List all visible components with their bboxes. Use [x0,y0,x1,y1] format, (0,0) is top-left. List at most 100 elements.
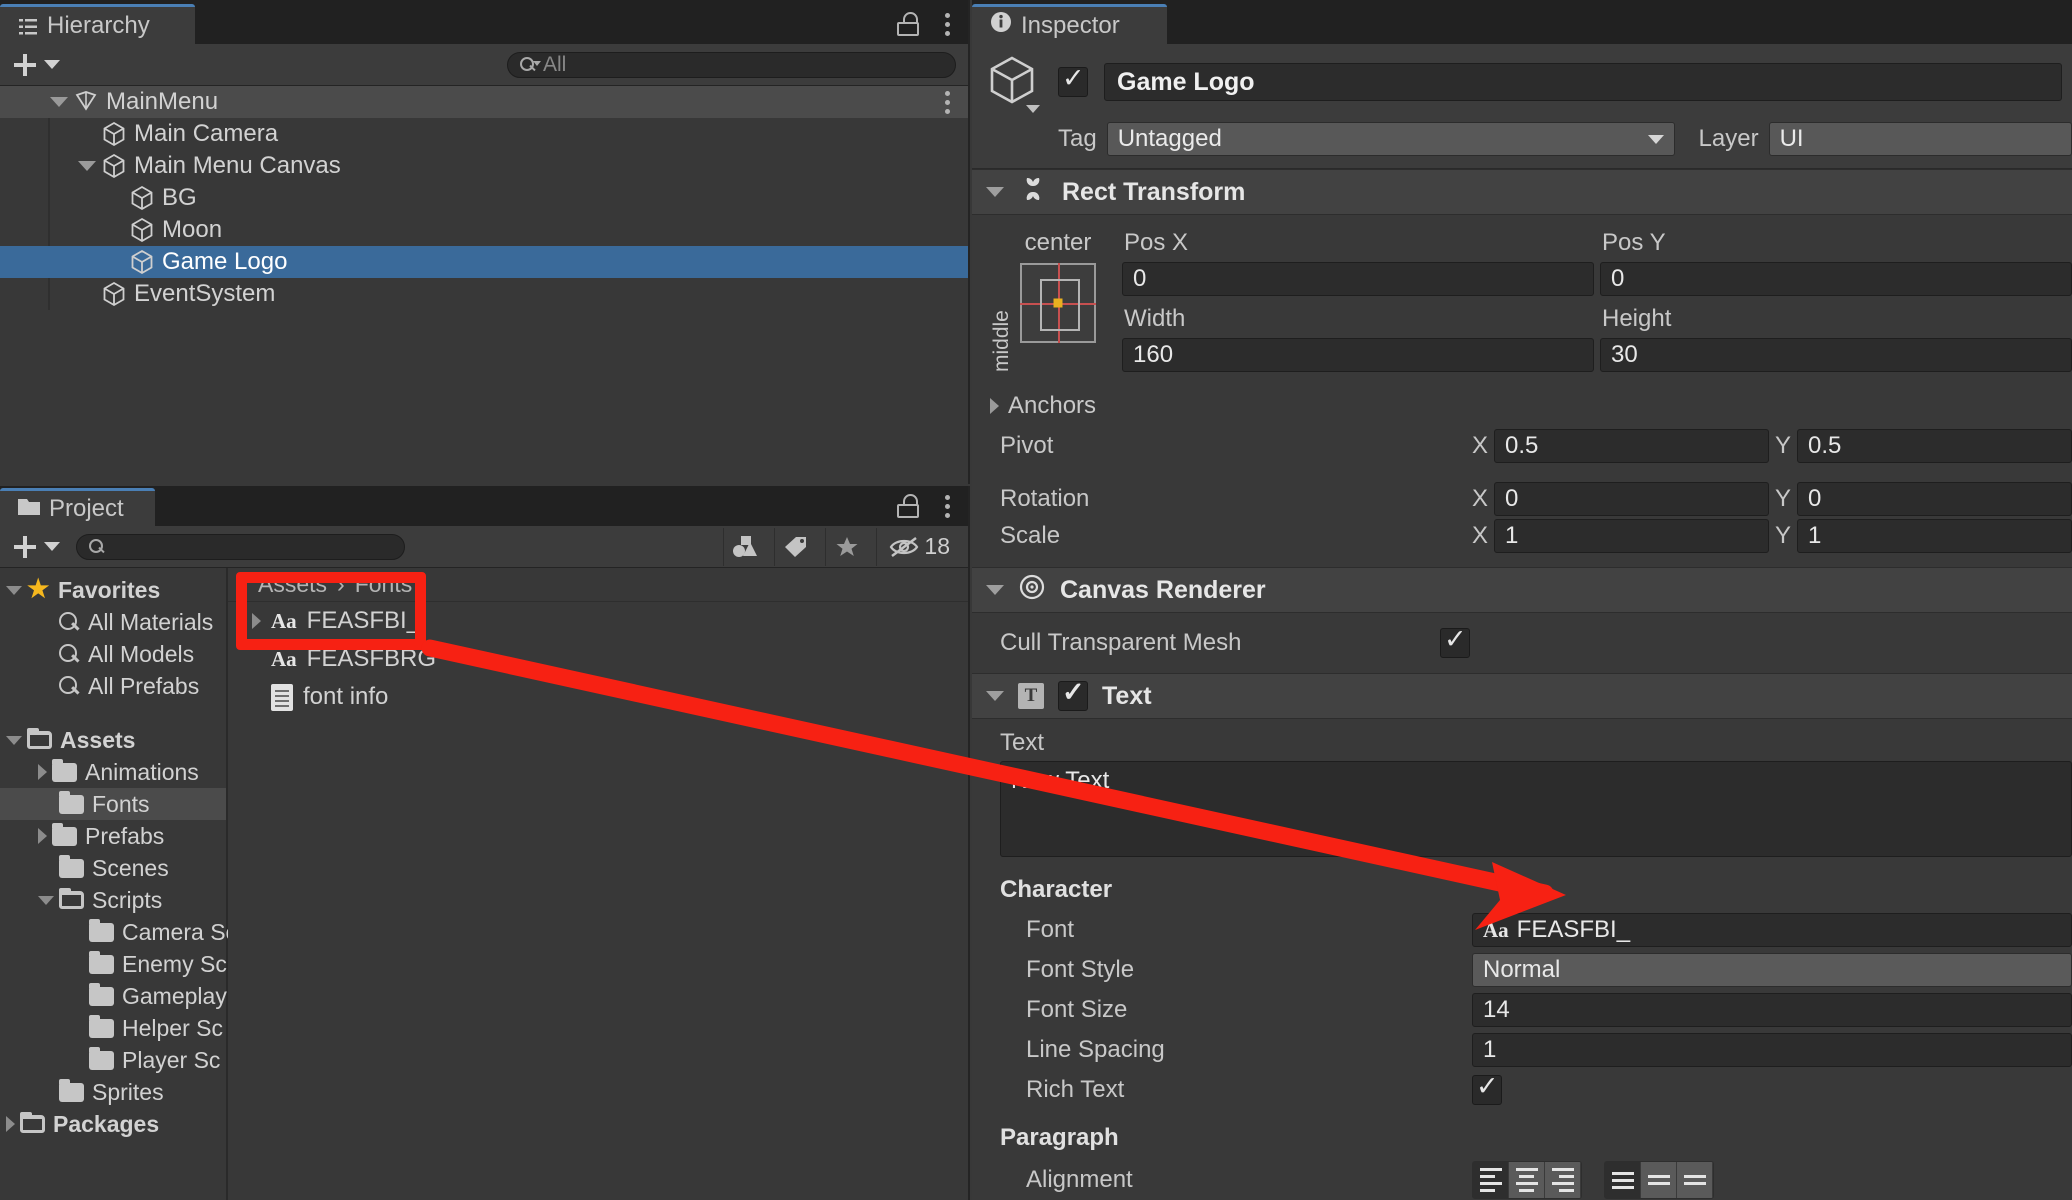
hierarchy-item-moon[interactable]: Moon [0,214,968,246]
tab-hierarchy[interactable]: Hierarchy [0,4,195,44]
foldout-icon[interactable] [990,398,999,414]
project-tree-item-all-prefabs[interactable]: All Prefabs [0,670,226,702]
create-gameobject-button[interactable] [6,53,68,76]
component-header-canvas-renderer[interactable]: Canvas Renderer [972,567,2072,613]
canvas-renderer-body: Cull Transparent Mesh [972,613,2072,673]
foldout-icon[interactable] [986,691,1004,701]
hierarchy-row-menu-icon[interactable] [945,90,968,114]
anchor-preset-horizontal-label: center [1024,229,1092,256]
foldout-icon[interactable] [50,97,68,107]
font-object-field[interactable]: Aa FEASFBI_ [1472,913,2072,947]
project-tree-item-scenes[interactable]: Scenes [0,852,226,884]
asset-item-font-info[interactable]: font info [228,678,968,716]
tag-dropdown[interactable]: Untagged [1106,122,1675,156]
foldout-icon[interactable] [38,764,47,780]
tab-project[interactable]: Project [0,488,155,526]
pivot-y-axis-label: Y [1774,432,1791,459]
project-search-input[interactable] [76,533,405,560]
font-size-field[interactable]: 14 [1472,993,2072,1027]
project-tree-item-scripts[interactable]: Scripts [0,884,226,916]
hierarchy-item-game-logo[interactable]: Game Logo [0,246,968,278]
hierarchy-item-bg[interactable]: BG [0,182,968,214]
height-field[interactable]: 30 [1600,338,2072,372]
layer-dropdown[interactable]: UI [1768,122,2072,156]
pivot-y-field[interactable]: 0.5 [1797,429,2072,463]
preview-packages-icon[interactable] [723,527,766,566]
align-right-button[interactable] [1545,1162,1581,1198]
project-tree-item-assets[interactable]: Assets [0,724,226,756]
horizontal-alignment-group[interactable] [1472,1161,1582,1199]
component-header-text[interactable]: T Text [972,673,2072,719]
anchors-foldout-row[interactable]: Anchors [972,386,2072,426]
asset-item-feasfbrg[interactable]: Aa FEASFBRG [228,640,968,678]
breadcrumb-segment[interactable]: Fonts [355,571,413,598]
foldout-icon[interactable] [986,585,1004,595]
panel-menu-icon[interactable] [945,12,950,36]
project-tree-item-player-sc[interactable]: Player Sc [0,1044,226,1076]
hidden-assets-toggle[interactable]: 18 [876,527,962,566]
component-header-rect-transform[interactable]: Rect Transform [972,169,2072,215]
project-tree-item-favorites[interactable]: ★ Favorites [0,574,226,606]
lock-icon[interactable] [897,12,919,36]
project-tree-item-sprites[interactable]: Sprites [0,1076,226,1108]
hierarchy-item-main-camera[interactable]: Main Camera [0,118,968,150]
align-left-button[interactable] [1473,1162,1509,1198]
foldout-icon[interactable] [986,187,1004,197]
vertical-alignment-group[interactable] [1604,1161,1714,1199]
scale-y-field[interactable]: 1 [1797,519,2072,553]
hierarchy-search-input[interactable]: All [507,51,956,78]
label-icon[interactable] [774,527,817,566]
pos-x-field[interactable]: 0 [1122,262,1594,296]
project-tree-item-gameplay[interactable]: Gameplay [0,980,227,1012]
hierarchy-item-main-menu-canvas[interactable]: Main Menu Canvas [0,150,968,182]
rotation-y-field[interactable]: 0 [1797,482,2072,516]
align-middle-button[interactable] [1641,1162,1677,1198]
align-bottom-button[interactable] [1677,1162,1713,1198]
project-tree-item-fonts[interactable]: Fonts [0,788,226,820]
foldout-icon[interactable] [252,613,261,629]
project-tree-item-camera-sc[interactable]: Camera Sc [0,916,237,948]
panel-menu-icon[interactable] [945,494,950,518]
breadcrumb-segment[interactable]: Assets [258,571,327,598]
foldout-icon[interactable] [38,828,47,844]
project-tree-item-helper-sc[interactable]: Helper Sc [0,1012,226,1044]
width-field[interactable]: 160 [1122,338,1594,372]
project-tree-item-animations[interactable]: Animations [0,756,226,788]
project-tree-item-enemy-sc[interactable]: Enemy Sc [0,948,227,980]
scale-x-field[interactable]: 1 [1493,519,1769,553]
text-component-enabled-checkbox[interactable] [1058,677,1088,711]
lock-icon[interactable] [897,494,919,518]
favorite-star-icon[interactable] [825,527,868,566]
object-name-field[interactable]: Game Logo [1104,63,2062,101]
foldout-icon[interactable] [6,585,22,595]
project-tree-item-prefabs[interactable]: Prefabs [0,820,226,852]
project-tree-item-all-materials[interactable]: All Materials [0,606,226,638]
pos-y-field[interactable]: 0 [1600,262,2072,296]
object-active-checkbox[interactable] [1058,63,1088,97]
align-center-button[interactable] [1509,1162,1545,1198]
cull-transparent-mesh-checkbox[interactable] [1440,624,1470,658]
foldout-icon[interactable] [6,735,22,745]
pivot-x-field[interactable]: 0.5 [1493,429,1769,463]
width-label: Width [1124,305,1186,332]
project-tree-item-all-models[interactable]: All Models [0,638,226,670]
foldout-icon[interactable] [38,895,54,905]
font-style-dropdown[interactable]: Normal [1472,953,2072,987]
tab-inspector[interactable]: Inspector [972,4,1167,44]
create-asset-button[interactable] [6,535,68,558]
chevron-down-icon[interactable] [1026,105,1040,113]
rotation-x-field[interactable]: 0 [1493,482,1769,516]
project-tree-item-packages[interactable]: Packages [0,1108,226,1140]
line-spacing-field[interactable]: 1 [1472,1033,2072,1067]
search-icon [89,539,104,554]
foldout-icon[interactable] [6,1116,15,1132]
text-value-textarea[interactable]: New Text [1000,761,2072,857]
rich-text-checkbox[interactable] [1472,1071,1502,1105]
hierarchy-item-eventsystem[interactable]: EventSystem [0,278,968,310]
folder-icon [89,1014,114,1038]
hierarchy-item-mainmenu[interactable]: MainMenu [0,86,968,118]
foldout-icon[interactable] [78,161,96,171]
align-top-button[interactable] [1605,1162,1641,1198]
asset-item-feasfbi_[interactable]: Aa FEASFBI_ [228,602,968,640]
anchor-preset-button[interactable] [1020,263,1096,343]
